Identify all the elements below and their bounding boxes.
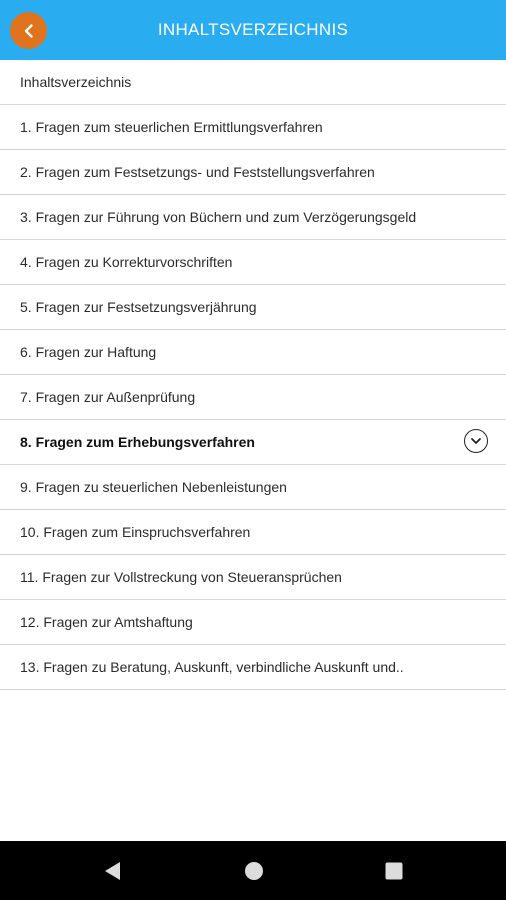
toc-item-label: 2. Fragen zum Festsetzungs- und Feststel… bbox=[20, 164, 375, 180]
toc-item[interactable]: 10. Fragen zum Einspruchsverfahren bbox=[0, 510, 506, 555]
page-title: INHALTSVERZEICHNIS bbox=[157, 20, 349, 39]
toc-item-label: 1. Fragen zum steuerlichen Ermittlungsve… bbox=[20, 119, 323, 135]
expand-button[interactable] bbox=[464, 429, 488, 453]
toc-item-label: 12. Fragen zur Amtshaftung bbox=[20, 614, 193, 630]
toc-item-label: 10. Fragen zum Einspruchsverfahren bbox=[20, 524, 251, 540]
toc-item[interactable]: 7. Fragen zur Außenprüfung bbox=[0, 375, 506, 420]
toc-item[interactable]: 5. Fragen zur Festsetzungsverjährung bbox=[0, 285, 506, 330]
toc-item-label: 9. Fragen zu steuerlichen Nebenleistunge… bbox=[20, 479, 287, 495]
toc-item-label: 13. Fragen zu Beratung, Auskunft, verbin… bbox=[20, 659, 404, 675]
toc-item[interactable]: 12. Fragen zur Amtshaftung bbox=[0, 600, 506, 645]
toc-item[interactable]: 1. Fragen zum steuerlichen Ermittlungsve… bbox=[0, 105, 506, 150]
toc-item-label: 11. Fragen zur Vollstreckung von Steuera… bbox=[20, 569, 342, 585]
toc-list: Inhaltsverzeichnis 1. Fragen zum steuerl… bbox=[0, 60, 506, 690]
toc-item[interactable]: 4. Fragen zu Korrekturvorschriften bbox=[0, 240, 506, 285]
toc-item-label: 3. Fragen zur Führung von Büchern und zu… bbox=[20, 209, 417, 225]
nav-recents-icon bbox=[385, 862, 403, 880]
system-navigation-bar bbox=[0, 841, 506, 900]
toc-item[interactable]: 2. Fragen zum Festsetzungs- und Feststel… bbox=[0, 150, 506, 195]
toc-item[interactable]: 6. Fragen zur Haftung bbox=[0, 330, 506, 375]
toc-item[interactable]: Inhaltsverzeichnis bbox=[0, 60, 506, 105]
toc-item-label: Inhaltsverzeichnis bbox=[20, 74, 132, 90]
toc-item-selected[interactable]: 8. Fragen zum Erhebungsverfahren bbox=[0, 420, 506, 465]
nav-home-icon bbox=[245, 862, 263, 880]
toc-item-label: 7. Fragen zur Außenprüfung bbox=[20, 389, 196, 405]
nav-back-icon bbox=[105, 862, 120, 880]
toc-item-label: 6. Fragen zur Haftung bbox=[20, 344, 157, 360]
toc-item[interactable]: 13. Fragen zu Beratung, Auskunft, verbin… bbox=[0, 645, 506, 690]
toc-item[interactable]: 9. Fragen zu steuerlichen Nebenleistunge… bbox=[0, 465, 506, 510]
nav-back-button[interactable] bbox=[103, 861, 123, 881]
toc-item[interactable]: 11. Fragen zur Vollstreckung von Steuera… bbox=[0, 555, 506, 600]
nav-home-button[interactable] bbox=[244, 861, 264, 881]
toc-item-label: 8. Fragen zum Erhebungsverfahren bbox=[20, 434, 255, 450]
toc-item[interactable]: 3. Fragen zur Führung von Büchern und zu… bbox=[0, 195, 506, 240]
nav-recents-button[interactable] bbox=[384, 861, 404, 881]
chevron-down-icon bbox=[471, 438, 481, 444]
toc-item-label: 5. Fragen zur Festsetzungsverjährung bbox=[20, 299, 257, 315]
app-header: INHALTSVERZEICHNIS bbox=[0, 0, 506, 60]
app-screen: INHALTSVERZEICHNIS Inhaltsverzeichnis 1.… bbox=[0, 0, 506, 900]
toc-item-label: 4. Fragen zu Korrekturvorschriften bbox=[20, 254, 233, 270]
